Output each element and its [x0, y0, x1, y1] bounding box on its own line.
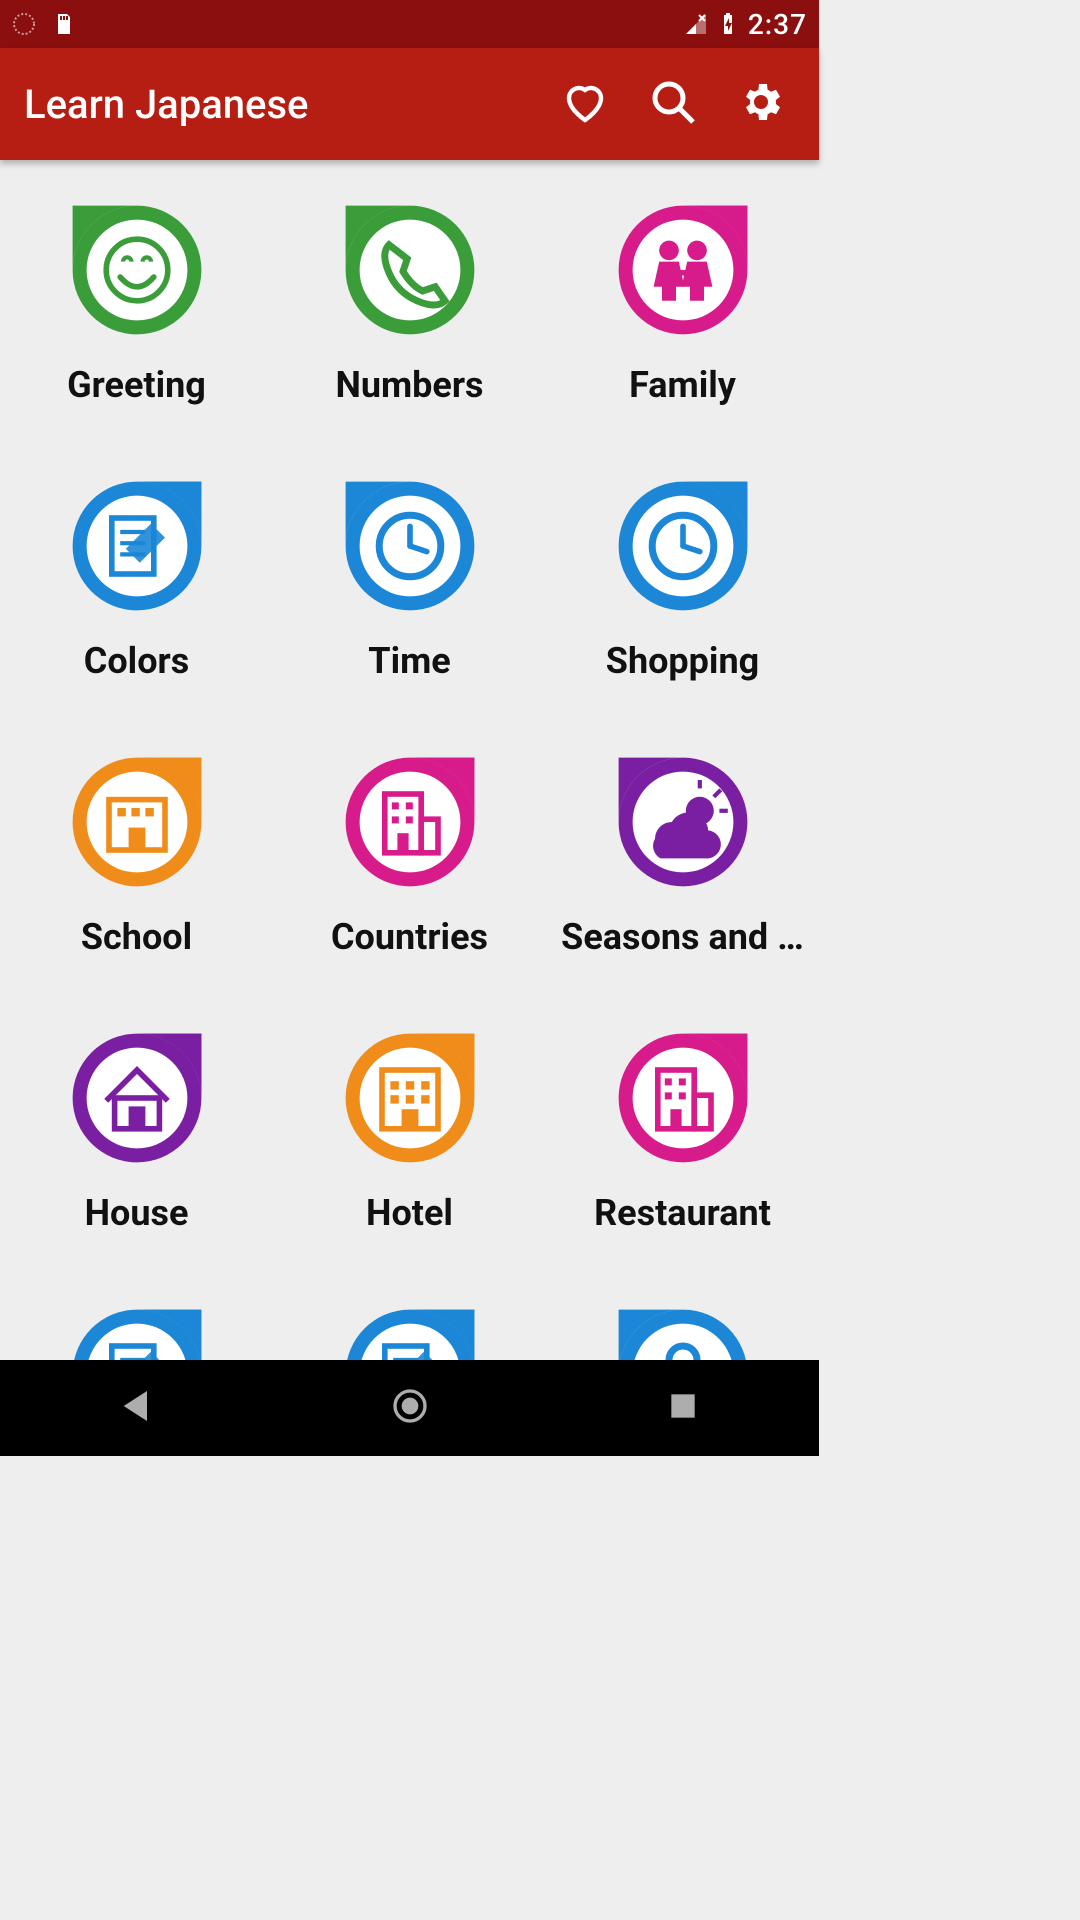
category-label: House	[85, 1192, 189, 1234]
category-icon-family	[613, 200, 753, 340]
android-status-bar: 2:37	[0, 0, 819, 48]
nav-back-button[interactable]	[117, 1386, 157, 1430]
category-icon-shopping	[613, 476, 753, 616]
battery-charging-icon	[716, 12, 740, 36]
status-time: 2:37	[748, 8, 807, 41]
search-icon	[649, 78, 697, 126]
category-grid: Greeting Numbers Family Colors	[0, 200, 819, 1360]
category-icon-partial2	[340, 1304, 480, 1360]
sd-card-icon	[52, 12, 76, 36]
category-shopping[interactable]: Shopping	[558, 476, 808, 682]
category-time[interactable]: Time	[285, 476, 535, 682]
category-partial3[interactable]	[558, 1304, 808, 1360]
category-icon-partial3	[613, 1304, 753, 1360]
category-icon-house	[67, 1028, 207, 1168]
category-label: Seasons and …	[561, 916, 804, 958]
category-icon-seasons	[613, 752, 753, 892]
category-content: Greeting Numbers Family Colors	[0, 160, 819, 1360]
category-label: Greeting	[67, 364, 206, 406]
category-numbers[interactable]: Numbers	[285, 200, 535, 406]
category-label: Shopping	[606, 640, 759, 682]
home-icon	[390, 1386, 430, 1426]
category-icon-greeting	[67, 200, 207, 340]
category-label: Family	[629, 364, 736, 406]
nav-recent-button[interactable]	[663, 1386, 703, 1430]
app-indicator-icon	[12, 12, 36, 36]
app-title: Learn Japanese	[24, 81, 561, 128]
back-icon	[117, 1386, 157, 1426]
category-icon-time	[340, 476, 480, 616]
category-icon-hotel	[340, 1028, 480, 1168]
category-icon-countries	[340, 752, 480, 892]
category-label: Countries	[331, 916, 488, 958]
app-bar: Learn Japanese	[0, 48, 819, 160]
category-icon-school	[67, 752, 207, 892]
category-label: Time	[368, 640, 450, 682]
nav-home-button[interactable]	[390, 1386, 430, 1430]
category-icon-restaurant	[613, 1028, 753, 1168]
settings-button[interactable]	[737, 78, 785, 130]
recent-icon	[663, 1386, 703, 1426]
category-hotel[interactable]: Hotel	[285, 1028, 535, 1234]
category-icon-numbers	[340, 200, 480, 340]
favorites-button[interactable]	[561, 78, 609, 130]
category-label: Colors	[84, 640, 189, 682]
category-countries[interactable]: Countries	[285, 752, 535, 958]
category-label: Restaurant	[594, 1192, 771, 1234]
category-icon-partial1	[67, 1304, 207, 1360]
gear-icon	[737, 78, 785, 126]
category-label: School	[81, 916, 192, 958]
category-restaurant[interactable]: Restaurant	[558, 1028, 808, 1234]
heart-icon	[561, 78, 609, 126]
signal-icon	[684, 12, 708, 36]
category-seasons[interactable]: Seasons and …	[558, 752, 808, 958]
search-button[interactable]	[649, 78, 697, 130]
category-greeting[interactable]: Greeting	[12, 200, 262, 406]
category-partial2[interactable]	[285, 1304, 535, 1360]
category-partial1[interactable]	[12, 1304, 262, 1360]
category-label: Hotel	[366, 1192, 453, 1234]
category-family[interactable]: Family	[558, 200, 808, 406]
android-nav-bar	[0, 1360, 819, 1456]
category-label: Numbers	[335, 364, 483, 406]
category-icon-colors	[67, 476, 207, 616]
category-colors[interactable]: Colors	[12, 476, 262, 682]
category-house[interactable]: House	[12, 1028, 262, 1234]
category-school[interactable]: School	[12, 752, 262, 958]
